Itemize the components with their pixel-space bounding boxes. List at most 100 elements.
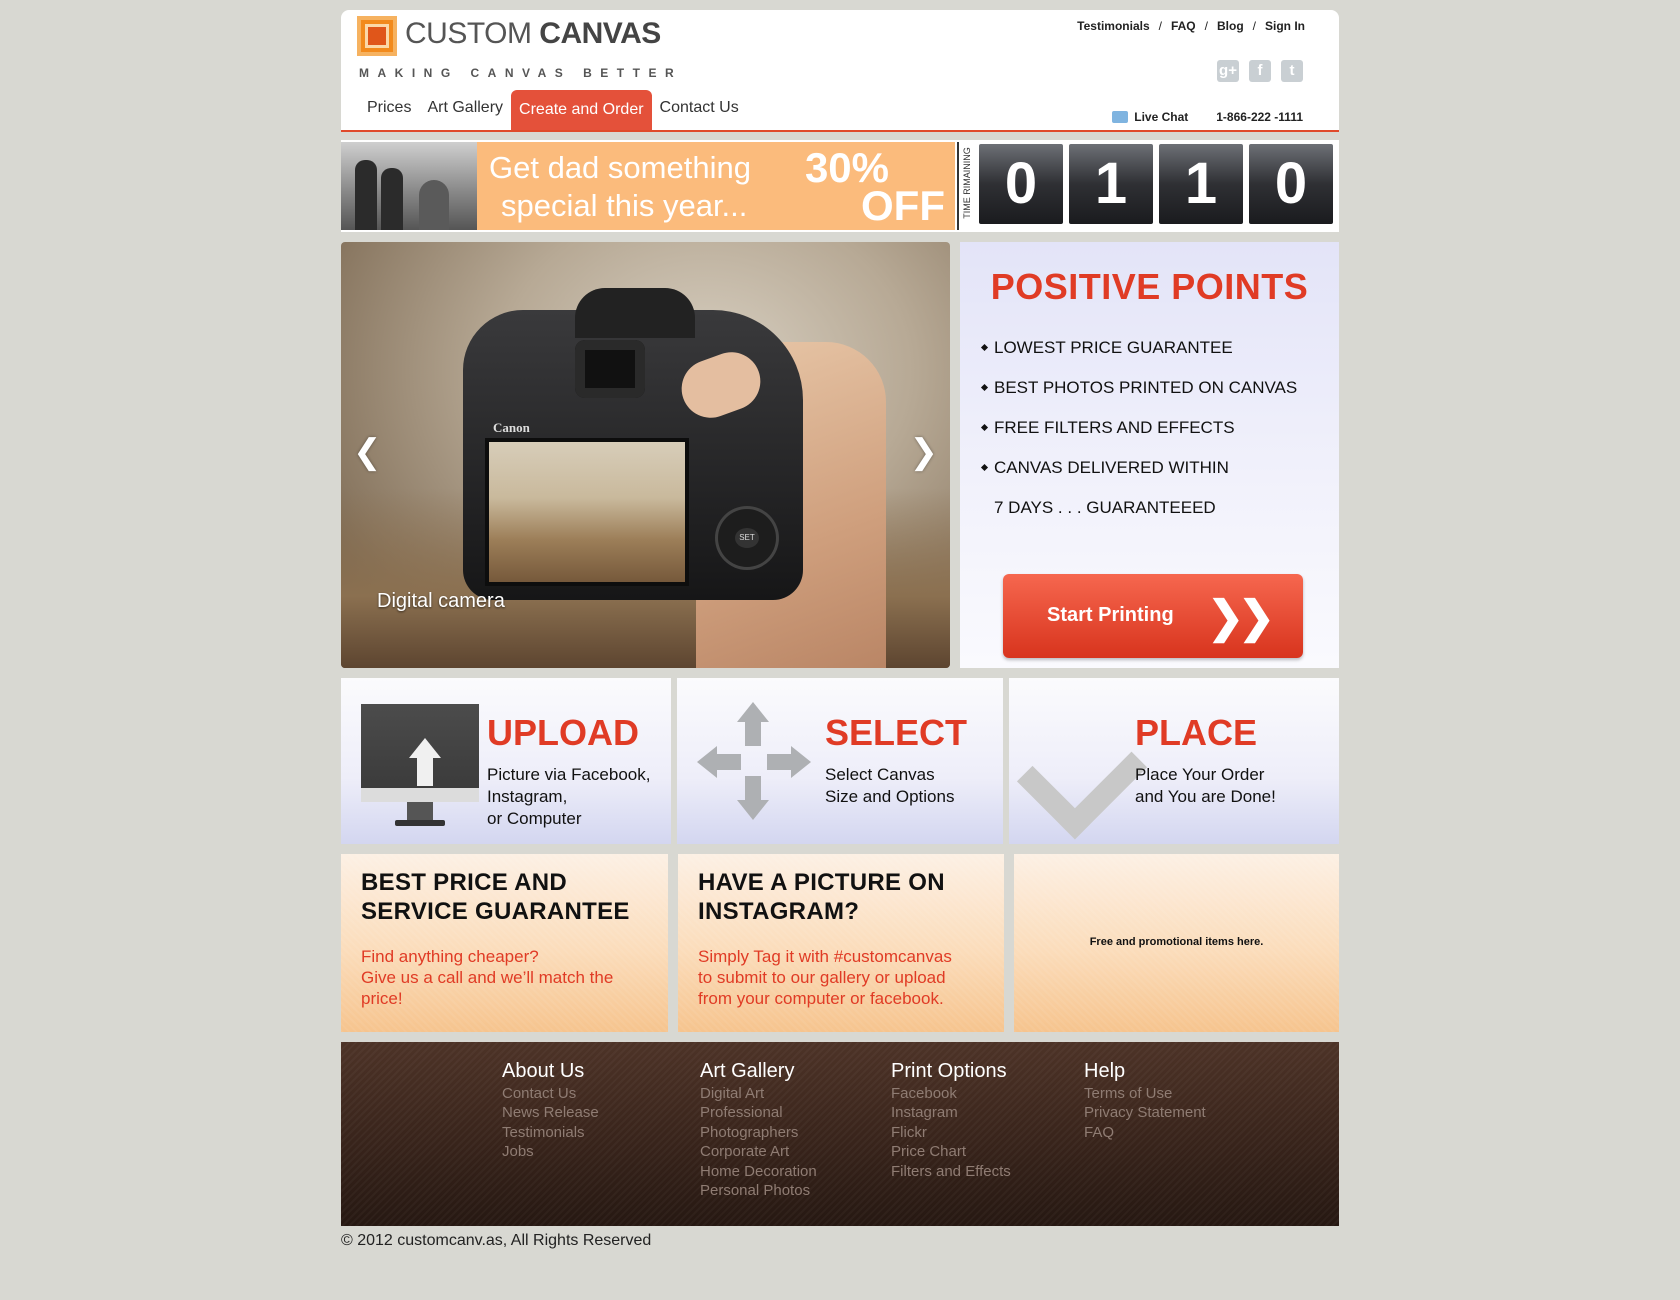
move-arrows-icon: [697, 702, 811, 840]
footer-link[interactable]: Filters and Effects: [891, 1162, 1011, 1181]
countdown-digit: 0: [979, 144, 1063, 224]
info-box-price-guarantee: BEST PRICE AND SERVICE GUARANTEE Find an…: [341, 854, 668, 1032]
start-printing-label: Start Printing: [1047, 604, 1174, 626]
footer-column-title[interactable]: Help: [1084, 1060, 1206, 1083]
step-title: SELECT: [825, 712, 968, 753]
promo-family-photo: [341, 142, 477, 230]
arrow-head: [697, 746, 717, 778]
footer-column-about: About Us Contact Us News Release Testimo…: [502, 1060, 599, 1162]
positive-point: CANVAS DELIVERED WITHIN: [982, 458, 1322, 478]
slide-caption: Digital camera: [377, 590, 505, 612]
arrow-head: [737, 800, 769, 820]
contact-strip: Live Chat 1-866-222 -1111: [1112, 110, 1303, 124]
positive-points-list: LOWEST PRICE GUARANTEE BEST PHOTOS PRINT…: [982, 338, 1322, 538]
top-link-sign-in[interactable]: Sign In: [1265, 19, 1305, 33]
footer-link[interactable]: Price Chart: [891, 1142, 1011, 1161]
phone-number: 1-866-222 -1111: [1216, 110, 1303, 124]
info-text-line: price!: [361, 989, 403, 1008]
start-printing-button[interactable]: Start Printing ❯❯: [1003, 574, 1303, 658]
promo-headline-line1: Get dad something: [489, 150, 751, 185]
info-title: BEST PRICE AND SERVICE GUARANTEE: [361, 868, 630, 926]
top-link-testimonials[interactable]: Testimonials: [1077, 19, 1149, 33]
footer-column-title[interactable]: About Us: [502, 1060, 599, 1083]
countdown-digit: 0: [1249, 144, 1333, 224]
twitter-icon[interactable]: t: [1281, 60, 1303, 82]
footer-link[interactable]: FAQ: [1084, 1123, 1206, 1142]
footer-link[interactable]: Instagram: [891, 1103, 1011, 1122]
step-place[interactable]: PLACE Place Your Order and You are Done!: [1009, 678, 1339, 844]
footer-link[interactable]: Facebook: [891, 1084, 1011, 1103]
footer-link[interactable]: Testimonials: [502, 1123, 599, 1142]
step-title: PLACE: [1135, 712, 1258, 753]
top-link-faq[interactable]: FAQ: [1171, 19, 1196, 33]
slider-next-arrow-icon[interactable]: ❯: [910, 432, 939, 472]
info-text-line: Simply Tag it with #customcanvas: [698, 947, 952, 966]
footer-link[interactable]: Contact Us: [502, 1084, 599, 1103]
footer-link[interactable]: News Release: [502, 1103, 599, 1122]
positive-point: LOWEST PRICE GUARANTEE: [982, 338, 1322, 358]
footer-link[interactable]: Corporate Art: [700, 1142, 817, 1161]
info-title-line: HAVE A PICTURE ON: [698, 869, 945, 896]
live-chat-link[interactable]: Live Chat: [1134, 110, 1188, 124]
info-title-line: BEST PRICE AND: [361, 869, 567, 896]
footer-link[interactable]: Jobs: [502, 1142, 599, 1161]
nav-item-prices[interactable]: Prices: [359, 92, 419, 130]
steps-strip: UPLOAD Picture via Facebook, Instagram, …: [341, 678, 1339, 844]
info-text-line: to submit to our gallery or upload: [698, 968, 946, 987]
slider-prev-arrow-icon[interactable]: ❮: [353, 432, 382, 472]
facebook-icon[interactable]: f: [1249, 60, 1271, 82]
footer-link[interactable]: Personal Photos: [700, 1181, 817, 1200]
tagline: MAKING CANVAS BETTER: [359, 66, 683, 80]
step-description-line: Place Your Order: [1135, 765, 1265, 784]
image-slider: Canon SET ❮ ❯ Digital camera: [341, 242, 950, 668]
footer-link[interactable]: Professional: [700, 1103, 817, 1122]
footer-link[interactable]: Photographers: [700, 1123, 817, 1142]
footer-link[interactable]: Privacy Statement: [1084, 1103, 1206, 1122]
step-description: Picture via Facebook, Instagram, or Comp…: [487, 764, 650, 830]
info-text-line: from your computer or facebook.: [698, 989, 944, 1008]
countdown-timer: 0 1 1 0: [979, 144, 1333, 228]
top-link-separator: /: [1252, 19, 1256, 33]
info-text-line: Give us a call and we’ll match the: [361, 968, 614, 987]
info-title-line: SERVICE GUARANTEE: [361, 898, 630, 925]
promo-banner[interactable]: Get dad something special this year... 3…: [341, 140, 1339, 232]
top-link-separator: /: [1158, 19, 1162, 33]
step-description-line: Select Canvas: [825, 765, 935, 784]
footer-column-art-gallery: Art Gallery Digital Art Professional Pho…: [700, 1060, 817, 1200]
footer-link[interactable]: Flickr: [891, 1123, 1011, 1142]
camera-dial: SET: [715, 506, 779, 570]
promo-person: [381, 168, 403, 230]
step-select[interactable]: SELECT Select Canvas Size and Options: [677, 678, 1003, 844]
positive-points-panel: POSITIVE POINTS LOWEST PRICE GUARANTEE B…: [960, 242, 1339, 668]
upload-arrow-icon: [409, 738, 441, 758]
chat-bubble-icon[interactable]: [1112, 111, 1129, 123]
info-text: Find anything cheaper? Give us a call an…: [361, 946, 661, 1009]
step-description-line: Size and Options: [825, 787, 955, 806]
arrow-shaft: [745, 722, 761, 746]
footer-link[interactable]: Digital Art: [700, 1084, 817, 1103]
footer-column-title[interactable]: Art Gallery: [700, 1060, 817, 1083]
nav-item-contact-us[interactable]: Contact Us: [652, 92, 747, 130]
step-description: Select Canvas Size and Options: [825, 764, 954, 808]
top-link-blog[interactable]: Blog: [1217, 19, 1244, 33]
promo-offer: Get dad something special this year... 3…: [477, 142, 955, 230]
top-links: Testimonials / FAQ / Blog / Sign In: [1077, 19, 1305, 33]
step-description-line: and You are Done!: [1135, 787, 1276, 806]
nav-item-create-and-order[interactable]: Create and Order: [511, 90, 652, 130]
arrow-shaft: [767, 754, 791, 770]
logo-icon[interactable]: [357, 16, 397, 56]
footer-column-title[interactable]: Print Options: [891, 1060, 1011, 1083]
step-upload[interactable]: UPLOAD Picture via Facebook, Instagram, …: [341, 678, 671, 844]
logo-wordmark[interactable]: CUSTOM CANVAS: [405, 17, 661, 51]
footer-link[interactable]: Terms of Use: [1084, 1084, 1206, 1103]
promo-person: [355, 160, 377, 230]
footer-link[interactable]: Home Decoration: [700, 1162, 817, 1181]
positive-point-continuation: 7 DAYS . . . GUARANTEEED: [994, 498, 1216, 517]
info-text-line: Find anything cheaper?: [361, 947, 539, 966]
nav-item-art-gallery[interactable]: Art Gallery: [419, 92, 511, 130]
camera-set-button: SET: [735, 528, 759, 548]
google-plus-icon[interactable]: g+: [1217, 60, 1239, 82]
top-link-separator: /: [1204, 19, 1208, 33]
info-title-line: INSTAGRAM?: [698, 898, 860, 925]
step-description-line: Picture via Facebook,: [487, 765, 651, 784]
